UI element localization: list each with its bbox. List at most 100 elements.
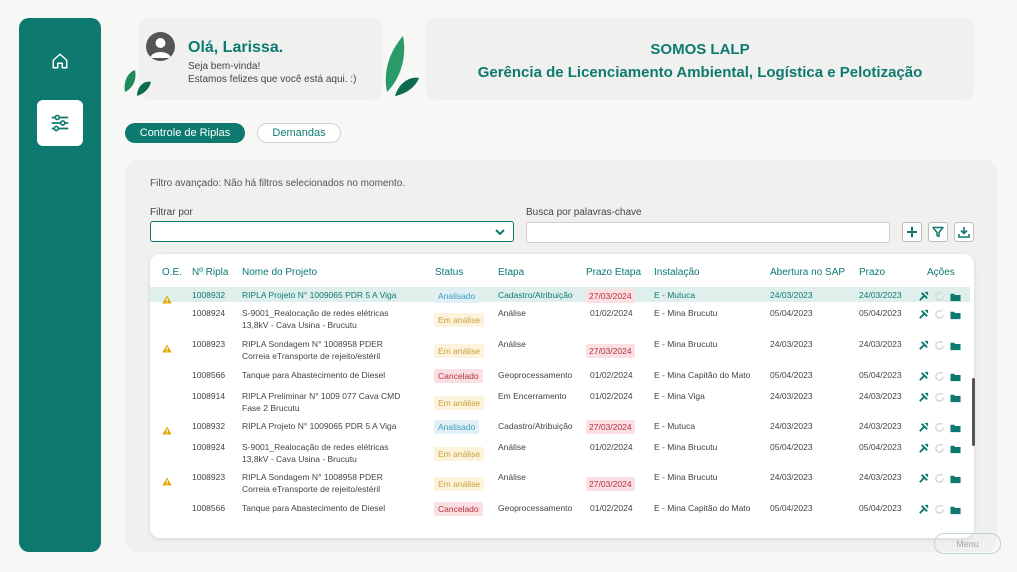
refresh-icon[interactable]: [934, 390, 945, 408]
cell-prazo: 24/03/2023: [859, 290, 902, 300]
refresh-icon[interactable]: [934, 441, 945, 459]
folder-icon[interactable]: [950, 338, 961, 356]
search-input[interactable]: [526, 222, 890, 243]
table-row[interactable]: 1008914 RIPLA Preliminar N° 1009 077 Cava…: [150, 390, 970, 417]
user-avatar-icon[interactable]: [146, 32, 175, 61]
home-button[interactable]: [37, 38, 83, 84]
col-header-status[interactable]: Status: [435, 267, 463, 278]
filter-info: Filtro avançado: Não há filtros selecion…: [150, 178, 406, 189]
cell-ripla-id: 1008932: [192, 290, 226, 300]
refresh-icon[interactable]: [934, 471, 945, 489]
row-actions: [918, 338, 961, 356]
cell-project-name-line2: Correia eTransporte de rejeito/estéril: [242, 484, 381, 494]
banner-subtitle: Gerência de Licenciamento Ambiental, Log…: [477, 64, 923, 81]
tab-demandas[interactable]: Demandas: [257, 123, 341, 143]
home-icon: [52, 53, 68, 69]
search-label: Busca por palavras-chave: [526, 207, 642, 218]
col-header-oe[interactable]: O.E.: [162, 267, 182, 278]
filter-select[interactable]: [150, 221, 514, 242]
tools-icon[interactable]: [918, 289, 929, 307]
refresh-icon[interactable]: [934, 502, 945, 520]
tools-icon[interactable]: [918, 307, 929, 325]
col-header-etapa[interactable]: Etapa: [498, 267, 524, 278]
cell-ripla-id: 1008924: [192, 308, 226, 318]
col-header-ripla[interactable]: Nº Ripla: [192, 267, 228, 278]
cell-abertura-sap: 05/04/2023: [770, 370, 813, 380]
folder-icon[interactable]: [950, 369, 961, 387]
folder-icon[interactable]: [950, 502, 961, 520]
table-row[interactable]: 1008924 S-9001_Realocação de redes elétri…: [150, 441, 970, 468]
folder-icon[interactable]: [950, 471, 961, 489]
table-row[interactable]: 1008566 Tanque para Abastecimento de Dies…: [150, 369, 970, 388]
cell-project-name: RIPLA Projeto N° 1009065 PDR 5 A Viga: [242, 290, 397, 300]
table-row[interactable]: 1008932 RIPLA Projeto N° 1009065 PDR 5 A …: [150, 420, 970, 439]
cell-prazo-etapa: 01/02/2024: [590, 442, 633, 452]
greeting-card: Olá, Larissa. Seja bem-vinda! Estamos fe…: [124, 18, 419, 100]
folder-icon[interactable]: [950, 390, 961, 408]
refresh-icon[interactable]: [934, 420, 945, 438]
cell-project-name-line2: Fase 2 Brucutu: [242, 403, 300, 413]
tools-icon[interactable]: [918, 420, 929, 438]
warning-icon: [162, 422, 172, 440]
col-header-abertura[interactable]: Abertura no SAP: [770, 267, 845, 278]
warning-icon: [162, 340, 172, 358]
cell-instalacao: E - Mina Viga: [654, 391, 705, 401]
cell-abertura-sap: 05/04/2023: [770, 503, 813, 513]
greeting-title: Olá, Larissa.: [188, 39, 284, 56]
row-actions: [918, 390, 961, 408]
folder-icon[interactable]: [950, 441, 961, 459]
refresh-icon[interactable]: [934, 369, 945, 387]
table-scrollbar[interactable]: [972, 378, 975, 446]
cell-instalacao: E - Mina Capitão do Mato: [654, 370, 751, 380]
table-row[interactable]: 1008924 S-9001_Realocação de redes elétri…: [150, 307, 970, 334]
cell-etapa: Análise: [498, 442, 526, 452]
cell-etapa: Análise: [498, 339, 526, 349]
folder-icon[interactable]: [950, 307, 961, 325]
folder-icon[interactable]: [950, 420, 961, 438]
tab-controle-de-riplas[interactable]: Controle de Riplas: [125, 123, 245, 143]
filter-button[interactable]: [928, 222, 948, 242]
status-badge: Em análise: [434, 447, 485, 461]
col-header-projeto[interactable]: Nome do Projeto: [242, 267, 317, 278]
row-actions: [918, 441, 961, 459]
add-button[interactable]: [902, 222, 922, 242]
col-header-prazo-etapa[interactable]: Prazo Etapa: [586, 267, 641, 278]
cell-project-name: Tanque para Abastecimento de Diesel: [242, 370, 386, 380]
table-row[interactable]: 1008566 Tanque para Abastecimento de Dies…: [150, 502, 970, 521]
cell-prazo-etapa: 01/02/2024: [590, 308, 633, 318]
cell-prazo: 24/03/2023: [859, 391, 902, 401]
chevron-down-icon: [495, 229, 505, 236]
status-badge: Em análise: [434, 313, 485, 327]
riplas-settings-button[interactable]: [37, 100, 83, 146]
cell-ripla-id: 1008923: [192, 472, 226, 482]
cell-prazo-etapa-late: 27/03/2024: [586, 477, 635, 491]
cell-instalacao: E - Mina Capitão do Mato: [654, 503, 751, 513]
settings-sliders-icon: [51, 114, 69, 132]
tools-icon[interactable]: [918, 502, 929, 520]
tools-icon[interactable]: [918, 369, 929, 387]
tools-icon[interactable]: [918, 390, 929, 408]
table-row[interactable]: 1008923 RIPLA Sondagem N° 1008958 PDER Cor…: [150, 471, 970, 498]
cell-project-name: RIPLA Sondagem N° 1008958 PDER: [242, 339, 383, 349]
refresh-icon[interactable]: [934, 338, 945, 356]
menu-button[interactable]: Menu: [934, 533, 1001, 554]
col-header-prazo[interactable]: Prazo: [859, 267, 885, 278]
cell-ripla-id: 1008923: [192, 339, 226, 349]
cell-instalacao: E - Mina Brucutu: [654, 442, 718, 452]
row-actions: [918, 502, 961, 520]
refresh-icon[interactable]: [934, 289, 945, 307]
tools-icon[interactable]: [918, 441, 929, 459]
table-row[interactable]: 1008923 RIPLA Sondagem N° 1008958 PDER Cor…: [150, 338, 970, 365]
refresh-icon[interactable]: [934, 307, 945, 325]
download-button[interactable]: [954, 222, 974, 242]
folder-icon[interactable]: [950, 289, 961, 307]
cell-ripla-id: 1008924: [192, 442, 226, 452]
cell-abertura-sap: 24/03/2023: [770, 421, 813, 431]
table-row[interactable]: 1008932 RIPLA Projeto N° 1009065 PDR 5 A …: [150, 287, 970, 304]
sidebar: [19, 18, 101, 552]
cell-etapa: Análise: [498, 308, 526, 318]
col-header-instalacao[interactable]: Instalação: [654, 267, 700, 278]
cell-etapa: Em Encerramento: [498, 391, 567, 401]
tools-icon[interactable]: [918, 338, 929, 356]
tools-icon[interactable]: [918, 471, 929, 489]
